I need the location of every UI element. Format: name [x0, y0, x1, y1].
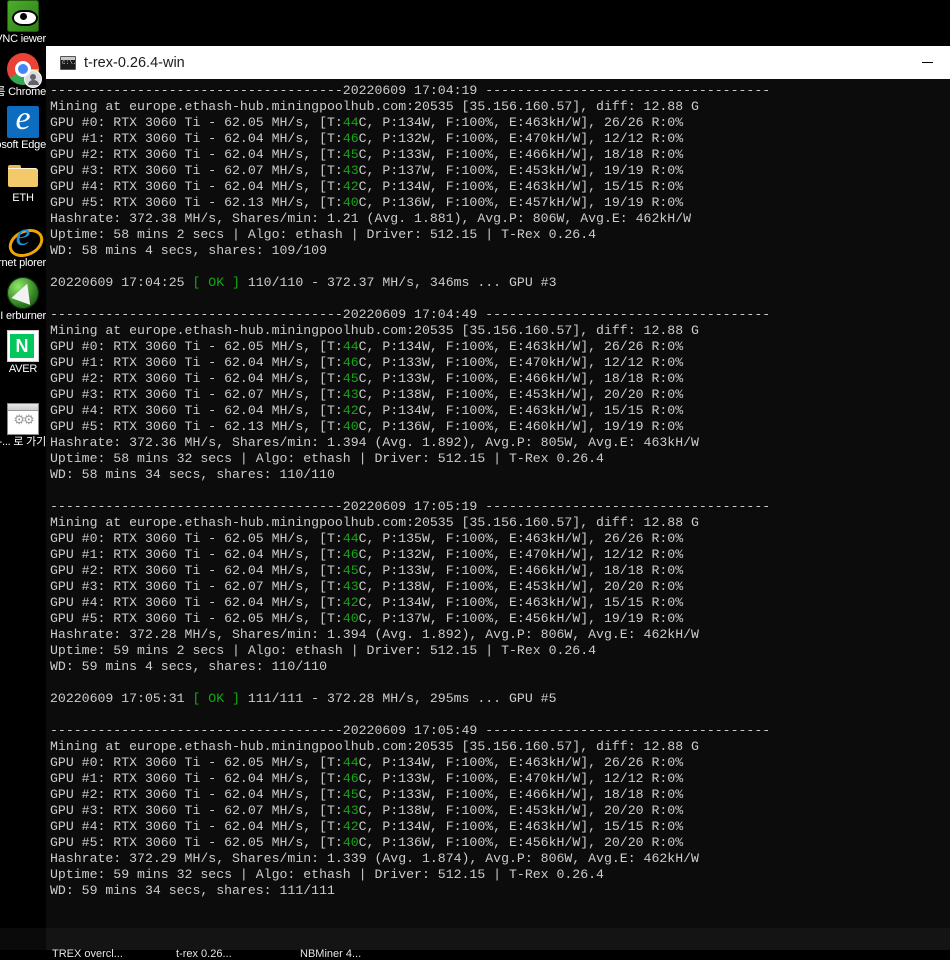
edge-icon [7, 100, 39, 138]
desktop-icon-msi-afterburner[interactable]: MSI erburner [0, 277, 46, 322]
taskbar-buttons: TREX overcl... t-rex 0.26... NBMiner 4..… [46, 928, 950, 960]
desktop-icon-label: ETH [12, 192, 34, 204]
window-titlebar[interactable]: t-rex-0.26.4-win [46, 46, 950, 79]
internet-explorer-icon [7, 217, 39, 256]
chrome-icon [7, 53, 41, 87]
desktop-icon-eth-folder[interactable]: ETH [0, 159, 46, 204]
desktop-icon-label: MSI erburner [0, 310, 46, 322]
desktop-icon-label: rclock-... 로 가기 [0, 436, 46, 448]
naver-icon [7, 330, 39, 362]
eye-icon [7, 0, 39, 32]
desktop-icon-label: AVER [8, 363, 38, 375]
desktop-icon-column: raVNC iewer 자 이름 Chrome crosoft Edge ETH… [0, 0, 46, 450]
window-title: t-rex-0.26.4-win [84, 54, 185, 71]
window-controls [904, 46, 950, 79]
taskbar: TREX overcl... t-rex 0.26... NBMiner 4..… [0, 928, 950, 960]
desktop-icon-microsoft-edge[interactable]: crosoft Edge [0, 100, 46, 151]
desktop: raVNC iewer 자 이름 Chrome crosoft Edge ETH… [0, 0, 950, 960]
console-output-area[interactable]: -------------------------------------202… [46, 79, 950, 928]
desktop-icon-naver[interactable]: AVER [0, 330, 46, 375]
console-text: -------------------------------------202… [50, 83, 771, 898]
folder-icon [7, 159, 39, 191]
desktop-icon-label: crosoft Edge [0, 139, 46, 151]
desktop-icon-chrome-user[interactable]: 자 이름 Chrome [0, 53, 46, 98]
desktop-icon-label: 자 이름 Chrome [0, 86, 46, 98]
desktop-icon-overclock-shortcut[interactable]: rclock-... 로 가기 [0, 403, 46, 448]
minimize-icon [921, 62, 933, 63]
msi-afterburner-icon [7, 277, 39, 309]
minimize-button[interactable] [904, 46, 950, 79]
desktop-icon-internet-explorer[interactable]: ternet plorer [0, 217, 46, 269]
desktop-icon-label: ternet plorer [0, 257, 46, 269]
settings-window-icon [7, 403, 39, 435]
desktop-icon-label: raVNC iewer [0, 33, 46, 45]
desktop-icon-ultravnc-viewer[interactable]: raVNC iewer [0, 0, 46, 45]
console-icon [60, 55, 76, 70]
console-window: t-rex-0.26.4-win -----------------------… [46, 46, 950, 928]
